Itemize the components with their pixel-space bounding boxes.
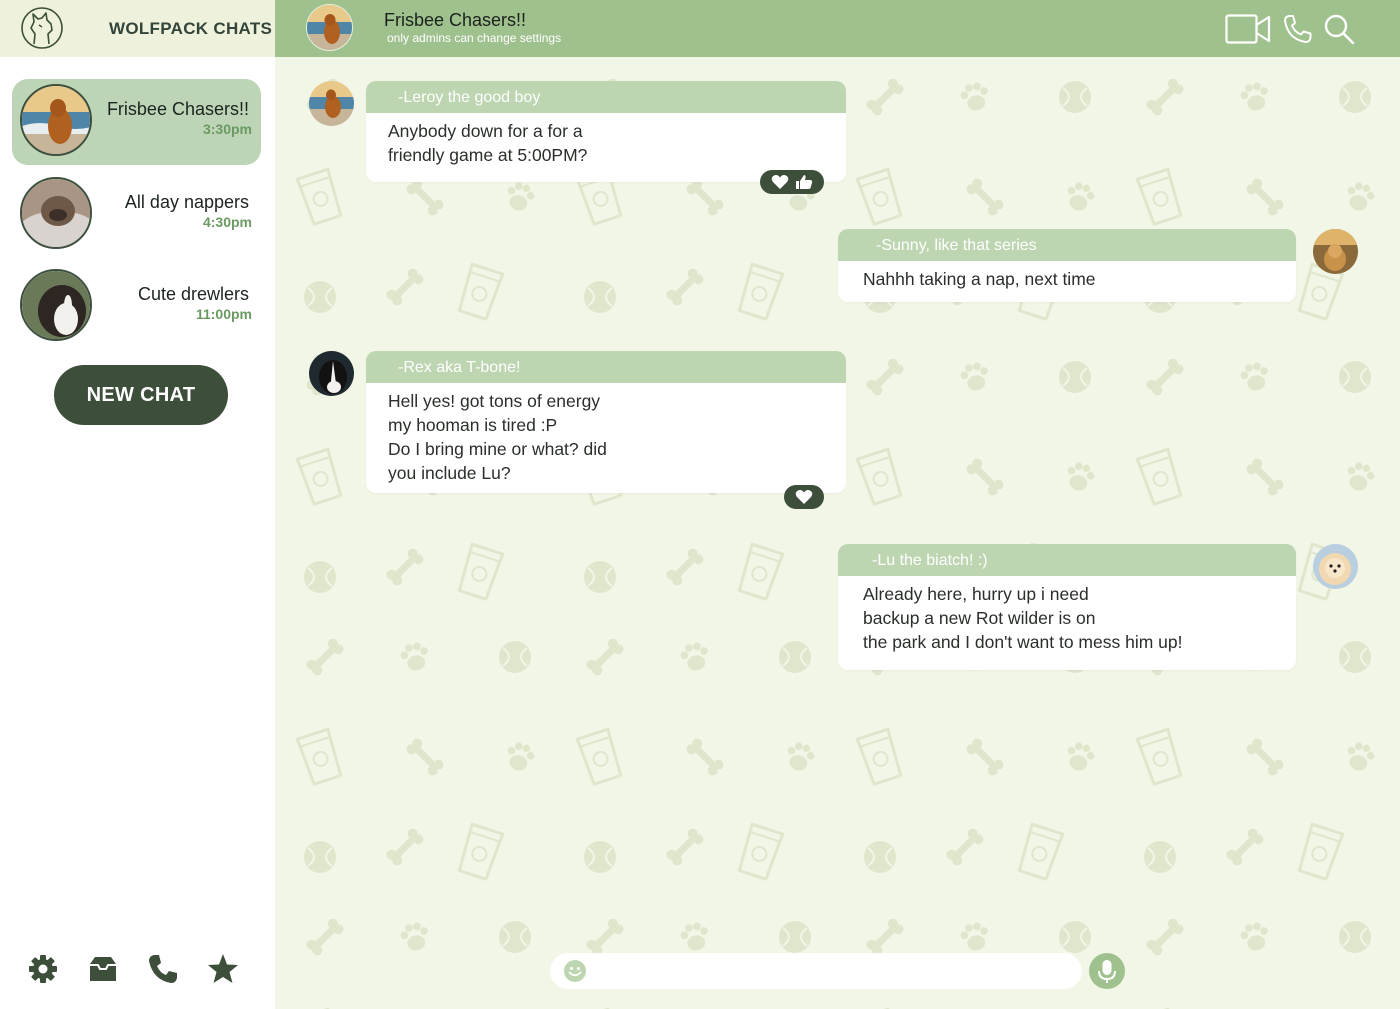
chat-time: 3:30pm	[202, 121, 252, 137]
message-line: Already here, hurry up i need	[863, 584, 1089, 604]
chat-name: Frisbee Chasers!!	[106, 99, 249, 119]
message-line: Hell yes! got tons of energy	[388, 391, 601, 411]
chat-list-item-cute-drewlers[interactable]: Cute drewlers 11:00pm	[12, 264, 261, 350]
message-input[interactable]	[598, 957, 1068, 985]
chat-header: Frisbee Chasers!! only admins can change…	[275, 0, 1400, 57]
message-line: Anybody down for a for a	[388, 121, 583, 141]
phone-icon[interactable]	[146, 952, 180, 986]
message-reactions[interactable]	[784, 485, 824, 509]
sender-avatar[interactable]	[1313, 229, 1358, 274]
chat-list-item-all-day-nappers[interactable]: All day nappers 4:30pm	[12, 172, 261, 258]
inbox-icon[interactable]	[86, 952, 120, 986]
microphone-icon[interactable]	[1089, 953, 1125, 989]
group-subtitle: only admins can change settings	[387, 31, 562, 45]
chat-time: 11:00pm	[195, 306, 252, 322]
group-title: Frisbee Chasers!!	[384, 10, 527, 30]
message-reactions[interactable]	[760, 170, 824, 194]
chat-name: All day nappers	[124, 192, 249, 212]
emoji-icon[interactable]	[564, 960, 586, 982]
star-icon[interactable]	[206, 952, 240, 986]
chat-avatar	[20, 177, 92, 249]
message-sender: -Leroy the good boy	[366, 81, 846, 113]
sender-avatar[interactable]	[309, 351, 354, 396]
group-avatar[interactable]	[306, 4, 353, 51]
video-icon[interactable]	[1225, 14, 1271, 44]
sender-avatar[interactable]	[1313, 544, 1358, 589]
wolf-logo-icon	[21, 7, 63, 49]
gear-icon[interactable]	[26, 952, 60, 986]
background-pattern	[275, 57, 1400, 1009]
message-text: Already here, hurry up i need backup a n…	[838, 576, 1296, 664]
message-line: backup a new Rot wilder is on	[863, 608, 1096, 628]
phone-icon[interactable]	[1283, 14, 1313, 44]
message-composer	[550, 953, 1082, 989]
message-bubble: -Lu the biatch! :) Already here, hurry u…	[838, 544, 1296, 670]
chat-name: Cute drewlers	[137, 284, 249, 304]
message-text: Hell yes! got tons of energy my hooman i…	[366, 383, 846, 493]
message-text: Nahhh taking a nap, next time	[838, 261, 1296, 301]
message-sender: -Rex aka T-bone!	[366, 351, 846, 383]
message-line: my hooman is tired :P	[388, 415, 558, 435]
app-title: WOLFPACK CHATS	[109, 19, 273, 38]
new-chat-button[interactable]: NEW CHAT	[54, 365, 228, 425]
message-line: the park and I don't want to mess him up…	[863, 632, 1183, 652]
message-sender: -Sunny, like that series	[838, 229, 1296, 261]
message-line: Do I bring mine or what? did	[388, 439, 607, 459]
message-bubble: -Sunny, like that series Nahhh taking a …	[838, 229, 1296, 302]
message-sender: -Lu the biatch! :)	[838, 544, 1296, 576]
chat-avatar	[20, 84, 92, 156]
sidebar: WOLFPACK CHATS Frisbee Chasers!! 3:30pm	[0, 0, 275, 1009]
message-text: Anybody down for a for a friendly game a…	[366, 113, 846, 177]
sender-avatar[interactable]	[309, 81, 354, 126]
chat-list-item-frisbee-chasers[interactable]: Frisbee Chasers!! 3:30pm	[12, 79, 261, 165]
chat-avatar	[20, 269, 92, 341]
message-line: friendly game at 5:00PM?	[388, 145, 588, 165]
message-line: you include Lu?	[388, 463, 511, 483]
heart-icon	[771, 175, 789, 189]
chat-time: 4:30pm	[202, 214, 252, 230]
chat-panel: Frisbee Chasers!! only admins can change…	[275, 0, 1400, 1009]
thumbs-up-icon	[796, 175, 813, 189]
bottom-nav	[0, 945, 275, 995]
heart-icon	[795, 490, 813, 504]
message-bubble: -Rex aka T-bone! Hell yes! got tons of e…	[366, 351, 846, 493]
search-icon[interactable]	[1323, 13, 1355, 45]
message-bubble: -Leroy the good boy Anybody down for a f…	[366, 81, 846, 182]
brand-bar: WOLFPACK CHATS	[0, 0, 275, 57]
message-line: Nahhh taking a nap, next time	[863, 269, 1096, 289]
